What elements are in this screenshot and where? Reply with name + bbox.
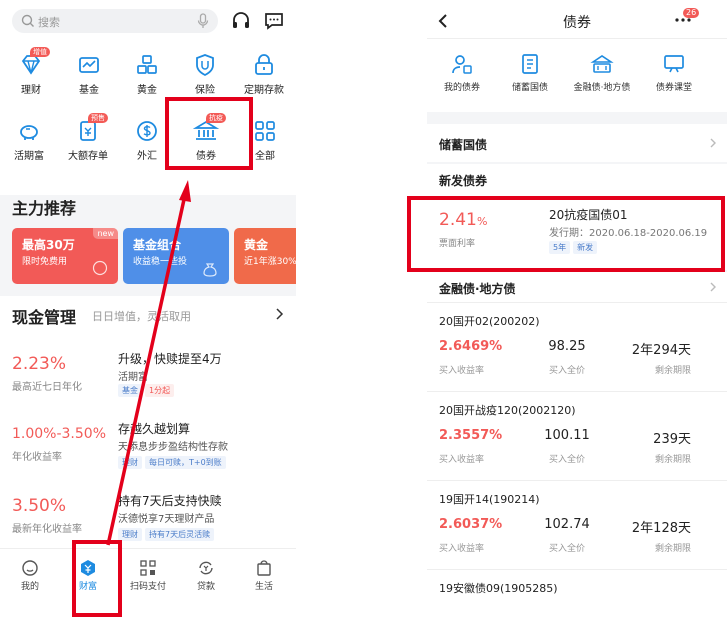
bond-row[interactable]: 19安徽债09(1905285) (427, 569, 727, 617)
highlight-box-wealth-tab (72, 540, 122, 617)
chevron-right-icon[interactable] (274, 308, 284, 320)
user-bond-icon (452, 55, 472, 74)
tag-chip: 理财 (118, 456, 142, 469)
cash-management-panel: 现金管理 日日增值，灵活取用 2.23% 最高近七日年化 升级，快赎提至4万 活… (0, 296, 296, 550)
coin-icon (92, 260, 108, 276)
bond-row[interactable]: 19国开14(190214) 2.6037% 102.74 2年128天 买入收… (427, 480, 727, 570)
highlight-box-new-bond (407, 196, 725, 272)
lock-icon (255, 54, 273, 75)
savings-bond-section[interactable]: 储蓄国债 (427, 124, 727, 162)
search-input[interactable]: 搜索 (38, 14, 60, 30)
tag-chip: 1分起 (145, 384, 175, 397)
chevron-right-icon (710, 282, 716, 292)
grid-item-my-bonds[interactable]: 我的债券 (427, 52, 497, 93)
tab-loan[interactable]: 贷款 (181, 559, 231, 592)
promo-card-loan[interactable]: 最高30万 限时免费用 new (12, 228, 118, 284)
classroom-icon (664, 55, 684, 73)
dollar-coin-icon (137, 121, 157, 141)
section-title-recommend: 主力推荐 (12, 199, 77, 218)
bond-row[interactable]: 20国开02(200202) 2.6469% 98.25 2年294天 买入收益… (427, 302, 727, 392)
bond-doc-icon (522, 54, 538, 74)
fund-icon (79, 57, 99, 73)
loan-icon (199, 561, 213, 575)
grid-item-savings-bond[interactable]: 储蓄国债 (495, 52, 565, 93)
grid-item-deposit[interactable]: 定期存款 (236, 52, 292, 96)
bottom-tab-bar: 我的 财富 扫码支付 贷款 生活 (0, 548, 296, 617)
apps-icon (255, 121, 275, 141)
search-bar[interactable]: 搜索 (12, 9, 218, 33)
notification-badge: 26 (683, 8, 700, 18)
promo-card-gold[interactable]: 黄金 近1年涨30% (234, 228, 296, 284)
promo-card-fund[interactable]: 基金组合 收益稳一些投 (123, 228, 229, 284)
grid-item-classroom[interactable]: 债券课堂 (639, 52, 709, 93)
finance-bond-section[interactable]: 金融债·地方债 (427, 272, 727, 302)
new-badge: new (93, 228, 118, 239)
tab-life[interactable]: 生活 (239, 559, 289, 592)
bond-row[interactable]: 20国开战疫120(2002120) 2.3557% 100.11 239天 买… (427, 391, 727, 481)
gold-bars-icon (137, 55, 157, 74)
header-panel: 债券 26 我的债券 储蓄国债 金融债·地方债 债券课堂 (427, 0, 727, 112)
tag-chip: 基金 (118, 384, 142, 397)
message-icon[interactable] (263, 10, 285, 32)
tag-badge: 预售 (88, 113, 108, 123)
cash-product-row[interactable]: 1.00%-3.50% 年化收益率 存越久越划算 天添息步步盈结构性存款 理财每… (0, 418, 296, 488)
microphone-icon[interactable] (196, 13, 210, 29)
tag-chip: 持有7天后灵活赎 (145, 528, 215, 541)
cash-product-row[interactable]: 2.23% 最高近七日年化 升级，快赎提至4万 活期富 基金 1分起 (0, 346, 296, 416)
grid-item-gold[interactable]: 黄金 (119, 52, 175, 96)
chevron-right-icon (710, 138, 716, 148)
user-icon (22, 560, 38, 576)
grid-item-licai[interactable]: 理财 (3, 52, 59, 96)
section-title-cash: 现金管理 (12, 308, 77, 327)
tag-badge: 增值 (30, 47, 50, 57)
grid-item-insurance[interactable]: 保险 (177, 52, 233, 96)
grid-item-current[interactable]: 活期富 (1, 118, 57, 162)
tab-scan-pay[interactable]: 扫码支付 (123, 559, 173, 592)
highlight-box-bond (165, 97, 253, 170)
tag-chip: 每日可赎，T+0到账 (145, 456, 226, 469)
wealth-screen: 搜索 理财 增值 基金 黄金 保险 定期存款 活期富 大额存单 预售 外汇 债券… (0, 0, 296, 617)
grid-item-cd[interactable]: 大额存单 (60, 118, 116, 162)
finance-bond-icon (590, 55, 614, 73)
money-bag-icon (203, 263, 217, 277)
bond-screen: 债券 26 我的债券 储蓄国债 金融债·地方债 债券课堂 储蓄国债 新发债券 2… (427, 0, 727, 617)
bag-icon (257, 560, 271, 576)
headset-icon[interactable] (230, 10, 252, 32)
grid-item-finance-bond[interactable]: 金融债·地方债 (567, 52, 637, 93)
piggy-bank-icon (20, 125, 38, 140)
section-subtitle-cash: 日日增值，灵活取用 (92, 310, 191, 323)
grid-item-fund[interactable]: 基金 (61, 52, 117, 96)
tab-mine[interactable]: 我的 (5, 559, 55, 592)
shield-icon (196, 54, 214, 77)
search-icon (21, 14, 34, 27)
qr-code-icon (140, 560, 156, 576)
